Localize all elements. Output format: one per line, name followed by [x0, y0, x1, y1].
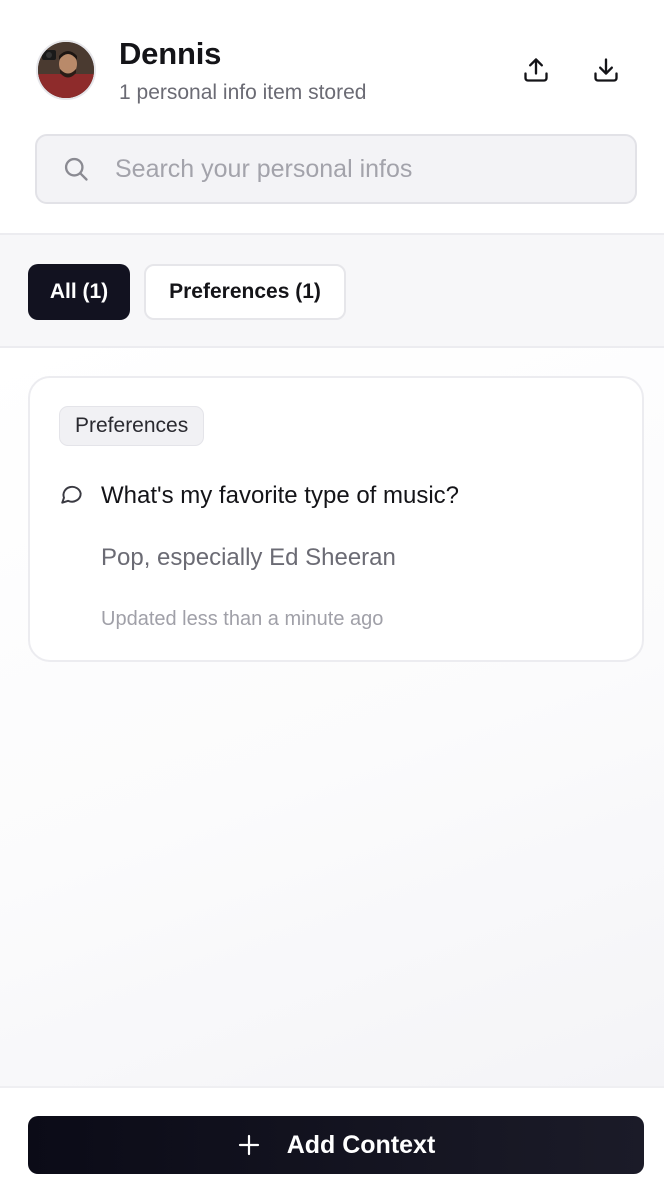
add-context-label: Add Context [286, 1130, 436, 1159]
avatar [36, 40, 96, 100]
profile-item-count: 1 personal info item stored [119, 81, 367, 104]
info-question: What's my favorite type of music? [101, 482, 460, 509]
info-list: Preferences What's my favorite type of m… [0, 348, 664, 1086]
profile-name: Dennis [119, 36, 222, 71]
add-context-button[interactable]: Add Context [28, 1116, 644, 1174]
avatar-photo [38, 42, 94, 98]
footer: Add Context [0, 1086, 664, 1192]
chat-bubble-icon [59, 481, 85, 512]
filter-chip-all[interactable]: All (1) [28, 264, 130, 320]
filter-chip-preferences[interactable]: Preferences (1) [144, 264, 346, 320]
info-card[interactable]: Preferences What's my favorite type of m… [28, 376, 644, 662]
download-icon [594, 58, 618, 82]
updated-timestamp: Updated less than a minute ago [101, 608, 384, 630]
category-badge: Preferences [59, 406, 205, 446]
upload-icon [524, 58, 548, 82]
plus-icon [237, 1133, 261, 1157]
personal-info-app: Dennis 1 personal info item stored Searc… [0, 0, 664, 1192]
header: Dennis 1 personal info item stored [0, 0, 664, 233]
info-answer: Pop, especially Ed Sheeran [101, 544, 396, 571]
upload-button[interactable] [516, 50, 556, 90]
filter-bar: All (1) Preferences (1) [0, 233, 664, 348]
search-box [35, 134, 637, 204]
download-button[interactable] [586, 50, 626, 90]
search-input[interactable] [115, 136, 615, 202]
search-icon [62, 155, 90, 188]
